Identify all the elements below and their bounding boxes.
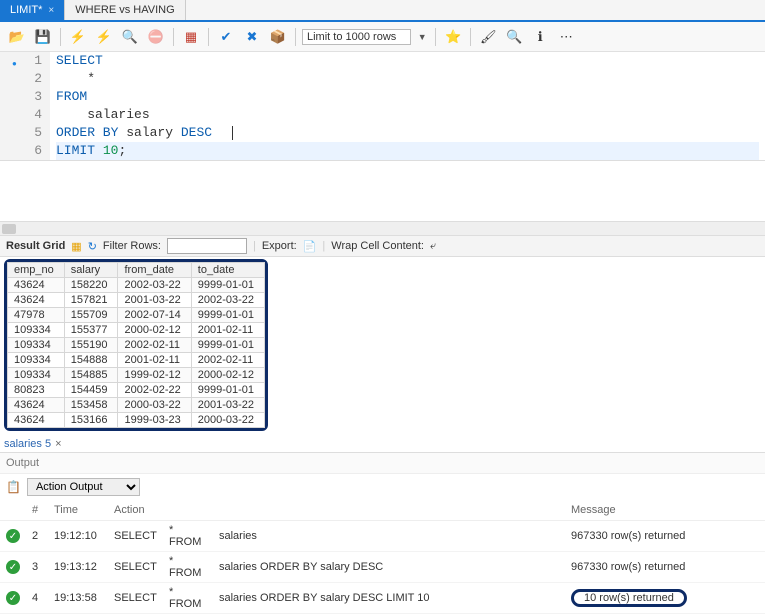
horizontal-scrollbar[interactable] (0, 221, 765, 235)
close-icon[interactable]: × (48, 5, 54, 16)
divider (173, 28, 174, 46)
result-grid-highlight: emp_nosalaryfrom_dateto_date436241582202… (4, 259, 268, 431)
commit-icon[interactable]: ✔ (215, 26, 237, 48)
result-subtab[interactable]: salaries 5 × (0, 436, 765, 452)
editor-blank (0, 161, 765, 221)
line-gutter: 123456 (0, 52, 50, 160)
result-grid-label: Result Grid (6, 240, 65, 252)
table-row[interactable]: 479781557092002-07-149999-01-01 (8, 308, 265, 323)
refresh-icon[interactable]: ↻ (88, 240, 97, 253)
sql-editor[interactable]: 123456 SELECT *FROM salariesORDER BY sal… (0, 52, 765, 161)
status-ok-icon: ✓ (6, 591, 20, 605)
table-row[interactable]: 808231544592002-02-229999-01-01 (8, 383, 265, 398)
text-cursor (232, 126, 233, 140)
column-header[interactable]: emp_no (8, 263, 65, 278)
table-row[interactable]: 1093341548882001-02-112002-02-11 (8, 353, 265, 368)
column-header[interactable]: to_date (191, 263, 264, 278)
divider (435, 28, 436, 46)
divider (60, 28, 61, 46)
execute-current-icon[interactable]: ⚡ (93, 26, 115, 48)
tab-label: LIMIT* (10, 4, 42, 16)
close-icon[interactable]: × (55, 438, 61, 450)
filter-label: Filter Rows: (103, 240, 161, 252)
column-header[interactable]: from_date (118, 263, 191, 278)
divider (208, 28, 209, 46)
output-row[interactable]: ✓419:13:58SELECT* FROMsalaries ORDER BY … (0, 583, 765, 614)
output-toolbar: 📋 Action Output (0, 473, 765, 500)
execute-icon[interactable]: ⚡ (67, 26, 89, 48)
table-row[interactable]: 436241534582000-03-222001-03-22 (8, 398, 265, 413)
subtab-label: salaries 5 (4, 438, 51, 450)
filter-rows-input[interactable] (167, 238, 247, 254)
output-header: Output (0, 452, 765, 473)
find-icon[interactable]: 🔍 (503, 26, 525, 48)
divider (470, 28, 471, 46)
export-label: Export: (262, 240, 297, 252)
tab-limit[interactable]: LIMIT* × (0, 0, 65, 20)
table-row[interactable]: 436241582202002-03-229999-01-01 (8, 278, 265, 293)
action-output-table: #TimeActionMessage✓219:12:10SELECT* FROM… (0, 500, 765, 614)
grid-icon[interactable]: ▦ (71, 240, 81, 253)
scrollbar-thumb[interactable] (2, 224, 16, 234)
info-icon[interactable]: ℹ (529, 26, 551, 48)
tab-where-vs-having[interactable]: WHERE vs HAVING (65, 0, 185, 20)
code-area[interactable]: SELECT *FROM salariesORDER BY salary DES… (50, 52, 765, 160)
wrap-icon[interactable]: ⤶ (430, 240, 436, 253)
output-row[interactable]: ✓319:13:12SELECT* FROMsalaries ORDER BY … (0, 552, 765, 583)
sql-toolbar: 📂 💾 ⚡ ⚡ 🔍 ⛔ ▦ ✔ ✖ 📦 Limit to 1000 rows ▼… (0, 22, 765, 52)
column-header[interactable]: salary (64, 263, 118, 278)
editor-tab-bar: LIMIT* × WHERE vs HAVING (0, 0, 765, 22)
row-limit-select[interactable]: Limit to 1000 rows (302, 29, 411, 45)
status-ok-icon: ✓ (6, 529, 20, 543)
table-row[interactable]: 1093341551902002-02-119999-01-01 (8, 338, 265, 353)
status-ok-icon: ✓ (6, 560, 20, 574)
favorite-icon[interactable]: ⭐ (442, 26, 464, 48)
message-highlight: 10 row(s) returned (571, 589, 687, 607)
autocommit-icon[interactable]: 📦 (267, 26, 289, 48)
explain-icon[interactable]: 🔍 (119, 26, 141, 48)
result-toolbar: Result Grid ▦ ↻ Filter Rows: | Export: 📄… (0, 235, 765, 257)
open-file-icon[interactable]: 📂 (6, 26, 28, 48)
output-mode-select[interactable]: Action Output (27, 478, 140, 496)
toggle-icon[interactable]: ▦ (180, 26, 202, 48)
copy-icon[interactable]: 📋 (6, 480, 21, 494)
table-row[interactable]: 1093341553772000-02-122001-02-11 (8, 323, 265, 338)
snippets-icon[interactable]: ⋯ (555, 26, 577, 48)
table-row[interactable]: 1093341548851999-02-122000-02-12 (8, 368, 265, 383)
divider (295, 28, 296, 46)
table-row[interactable]: 436241531661999-03-232000-03-22 (8, 413, 265, 428)
beautify-icon[interactable]: 🖌 (477, 26, 499, 48)
tab-label: WHERE vs HAVING (75, 4, 174, 16)
export-icon[interactable]: 📄 (303, 240, 317, 253)
save-file-icon[interactable]: 💾 (32, 26, 54, 48)
stop-icon[interactable]: ⛔ (145, 26, 167, 48)
output-row[interactable]: ✓219:12:10SELECT* FROMsalaries967330 row… (0, 521, 765, 552)
result-grid[interactable]: emp_nosalaryfrom_dateto_date436241582202… (7, 262, 265, 428)
table-row[interactable]: 436241578212001-03-222002-03-22 (8, 293, 265, 308)
wrap-label: Wrap Cell Content: (331, 240, 424, 252)
chevron-down-icon[interactable]: ▼ (415, 27, 429, 47)
rollback-icon[interactable]: ✖ (241, 26, 263, 48)
